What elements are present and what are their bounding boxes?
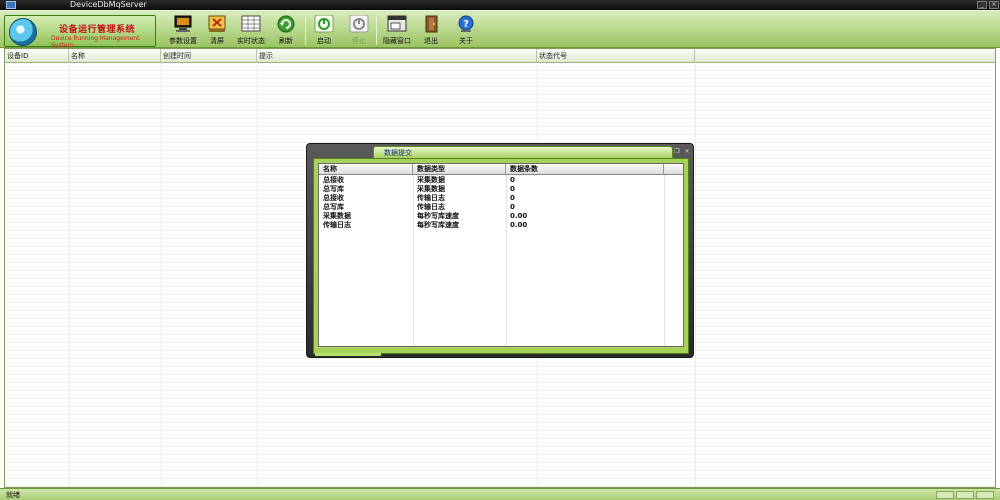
column-divider xyxy=(69,63,70,487)
window-title: DeviceDbMqServer xyxy=(70,0,147,9)
toolbar: 设备运行管理系统 Device Running Management Syste… xyxy=(0,10,1000,49)
exit-label: 退出 xyxy=(424,37,438,45)
minimize-button[interactable]: _ xyxy=(977,1,987,9)
exit-button[interactable]: 退出 xyxy=(411,15,451,47)
exit-door-icon xyxy=(425,15,438,33)
cell-name: 采集数据 xyxy=(323,212,351,220)
cell-data-type: 采集数据 xyxy=(417,185,445,193)
brand-subtitle: Device Running Management System xyxy=(51,35,140,49)
brand-logo: 设备运行管理系统 Device Running Management Syste… xyxy=(4,15,156,49)
about-button[interactable]: ? 关于 xyxy=(446,15,486,47)
table-row[interactable]: 总写库 采集数据 0 xyxy=(319,185,683,194)
realtime-status-button[interactable]: 实时状态 xyxy=(231,15,271,47)
restore-icon[interactable]: ❐ xyxy=(673,148,681,155)
column-header-name[interactable]: 名称 xyxy=(319,164,413,175)
table-row[interactable]: 总写库 传输日志 0 xyxy=(319,203,683,212)
status-text: 就绪 xyxy=(6,491,20,499)
start-label: 启动 xyxy=(317,37,331,45)
cell-name: 总接收 xyxy=(323,194,344,202)
column-header-status-code[interactable]: 状态代号 xyxy=(537,49,695,63)
column-divider xyxy=(161,63,162,487)
svg-text:?: ? xyxy=(463,19,469,30)
window-title-bar: DeviceDbMqServer _ × xyxy=(0,0,1000,10)
column-divider xyxy=(695,63,696,487)
cell-record-count: 0 xyxy=(510,203,515,211)
column-header-created-time[interactable]: 创建时间 xyxy=(161,49,257,63)
table-row[interactable]: 总接收 传输日志 0 xyxy=(319,194,683,203)
disc-logo-icon xyxy=(9,18,37,46)
cell-record-count: 0.00 xyxy=(510,221,528,229)
refresh-icon xyxy=(277,15,295,33)
refresh-button[interactable]: 刷新 xyxy=(266,15,306,47)
realtime-status-label: 实时状态 xyxy=(237,37,265,45)
column-header-name[interactable]: 名称 xyxy=(69,49,161,63)
column-divider xyxy=(257,63,258,487)
status-panel xyxy=(936,491,954,499)
app-icon[interactable] xyxy=(6,1,16,9)
stop-label: 停止 xyxy=(352,37,366,45)
cell-record-count: 0.00 xyxy=(510,212,528,220)
column-header-data-type[interactable]: 数据类型 xyxy=(413,164,506,175)
status-bar: 就绪 xyxy=(0,488,1000,500)
dialog-body: 名称 数据类型 数据条数 总接收 采集数据 0 总写库 采集数据 0 总接收 传… xyxy=(313,158,689,354)
dialog-table-header: 名称 数据类型 数据条数 xyxy=(319,164,683,175)
about-label: 关于 xyxy=(459,37,473,45)
close-icon[interactable]: × xyxy=(683,148,691,155)
stop-button[interactable]: 停止 xyxy=(339,15,379,47)
cell-data-type: 传输日志 xyxy=(417,203,445,211)
table-row[interactable]: 传输日志 每秒写库速度 0.00 xyxy=(319,221,683,230)
cell-name: 传输日志 xyxy=(323,221,351,229)
column-header-device-id[interactable]: 设备ID xyxy=(5,49,69,63)
clear-screen-icon xyxy=(208,15,226,32)
cell-data-type: 每秒写库速度 xyxy=(417,221,459,229)
cell-name: 总接收 xyxy=(323,176,344,184)
start-button[interactable]: 启动 xyxy=(304,15,344,47)
data-stats-table: 名称 数据类型 数据条数 总接收 采集数据 0 总写库 采集数据 0 总接收 传… xyxy=(318,163,684,347)
help-icon: ? xyxy=(458,15,474,32)
cell-record-count: 0 xyxy=(510,176,515,184)
cell-record-count: 0 xyxy=(510,194,515,202)
power-stop-icon xyxy=(349,15,369,33)
power-start-icon xyxy=(314,15,334,33)
table-header: 设备ID 名称 创建时间 提示 状态代号 xyxy=(5,49,995,63)
column-header-filler xyxy=(664,164,685,175)
cell-name: 总写库 xyxy=(323,203,344,211)
table-row[interactable]: 采集数据 每秒写库速度 0.00 xyxy=(319,212,683,221)
status-panel xyxy=(956,491,974,499)
refresh-label: 刷新 xyxy=(279,37,293,45)
data-submit-dialog: 数据提交 ❐ × 名称 数据类型 数据条数 总接收 采集数据 0 总写库 采集数… xyxy=(306,143,694,358)
cell-name: 总写库 xyxy=(323,185,344,193)
table-row[interactable]: 总接收 采集数据 0 xyxy=(319,176,683,185)
dialog-title-bar[interactable]: 数据提交 xyxy=(373,146,673,158)
realtime-status-icon xyxy=(241,15,261,32)
dialog-title: 数据提交 xyxy=(384,149,412,157)
column-header-record-count[interactable]: 数据条数 xyxy=(506,164,664,175)
dialog-footer-accent xyxy=(315,353,381,356)
monitor-settings-icon xyxy=(174,15,192,32)
column-header-hint[interactable]: 提示 xyxy=(257,49,537,63)
resize-grip[interactable] xyxy=(976,491,994,499)
close-button[interactable]: × xyxy=(989,1,999,9)
brand-title: 设备运行管理系统 xyxy=(59,25,136,35)
cell-data-type: 采集数据 xyxy=(417,176,445,184)
cell-data-type: 每秒写库速度 xyxy=(417,212,459,220)
hide-window-icon xyxy=(387,15,407,32)
cell-record-count: 0 xyxy=(510,185,515,193)
cell-data-type: 传输日志 xyxy=(417,194,445,202)
